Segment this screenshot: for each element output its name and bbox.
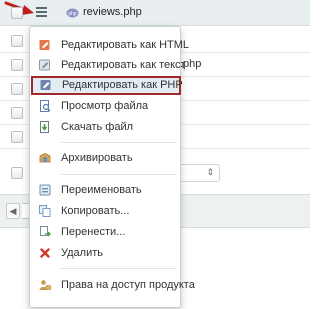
menu-item-archive[interactable]: Архивировать (30, 149, 182, 168)
menu-item-edit-php[interactable]: Редактировать как PHP (31, 76, 183, 95)
menu-item-label: Копировать... (61, 205, 130, 217)
menu-item-view-file[interactable]: Просмотр файла (30, 97, 182, 116)
row-checkbox[interactable] (11, 83, 23, 95)
menu-item-label: Скачать файл (61, 121, 134, 133)
svg-text:php: php (68, 11, 77, 17)
menu-separator (60, 268, 176, 269)
delete-icon (40, 248, 50, 258)
menu-item-label: Просмотр файла (61, 100, 149, 112)
menu-item-label: Редактировать как текст (61, 59, 186, 71)
menu-item-rename[interactable]: Переименовать (30, 181, 182, 200)
move-icon (40, 226, 51, 237)
row-checkbox[interactable] (11, 131, 23, 143)
archive-icon (39, 153, 51, 163)
menu-item-label: Удалить (61, 247, 103, 259)
row-checkbox[interactable] (11, 35, 23, 47)
download-file-icon (40, 121, 49, 133)
view-file-icon (40, 100, 51, 112)
select-arrows-icon: ⇕ (206, 167, 214, 177)
row-checkbox[interactable] (11, 59, 23, 71)
php-file-icon: php (66, 8, 79, 18)
menu-item-delete[interactable]: Удалить (30, 244, 182, 263)
menu-item-label: Перенести... (61, 226, 126, 238)
file-name[interactable]: reviews.php (83, 6, 142, 18)
menu-item-label: Права на доступ продукта (61, 279, 195, 291)
rename-icon (39, 184, 51, 196)
copy-icon (39, 205, 51, 217)
menu-separator (60, 174, 176, 175)
edit-html-icon (39, 40, 50, 50)
file-context-menu: Редактировать как HTML Редактировать как… (29, 26, 195, 308)
edit-text-icon (39, 59, 50, 71)
row-checkbox[interactable] (11, 167, 23, 179)
row-menu-icon[interactable] (36, 7, 47, 17)
menu-item-label: Переименовать (61, 184, 142, 196)
menu-item-copy[interactable]: Копировать... (30, 202, 182, 221)
menu-separator (60, 142, 176, 143)
edit-php-icon (40, 80, 51, 90)
row-checkbox[interactable] (11, 107, 23, 119)
menu-item-edit-text[interactable]: Редактировать как текст (30, 56, 186, 75)
menu-item-move[interactable]: Перенести... (30, 223, 182, 242)
pager-prev-button[interactable]: ◀ (6, 203, 20, 219)
menu-item-label: Редактировать как HTML (61, 39, 190, 51)
access-rights-icon (39, 280, 51, 290)
menu-item-label: Редактировать как PHP (62, 79, 183, 91)
menu-item-download-file[interactable]: Скачать файл (30, 118, 182, 137)
menu-item-access-rights[interactable]: Права на доступ продукта (30, 276, 195, 295)
menu-item-label: Архивировать (61, 152, 133, 164)
header-checkbox[interactable] (11, 7, 23, 19)
menu-item-edit-html[interactable]: Редактировать как HTML (30, 36, 189, 55)
